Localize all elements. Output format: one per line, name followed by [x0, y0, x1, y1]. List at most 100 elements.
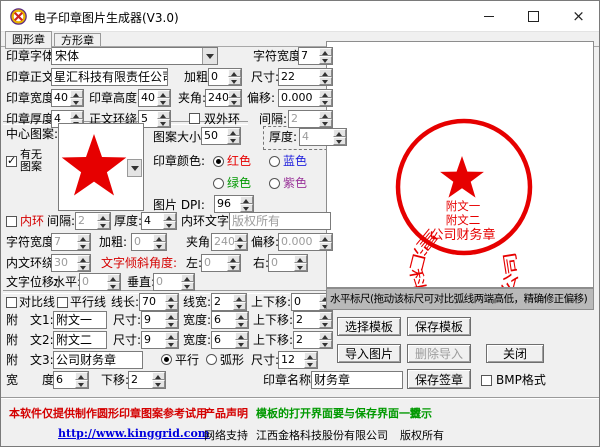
- color-blue-label[interactable]: 蓝色: [283, 154, 307, 169]
- outer-gap-spinner[interactable]: 2: [288, 110, 333, 128]
- color-purple-label[interactable]: 紫色: [283, 176, 307, 191]
- minimize-button[interactable]: [466, 1, 511, 31]
- inner-bold-spinner[interactable]: 0: [131, 233, 167, 251]
- seal-name-label: 印章名称:: [263, 373, 315, 388]
- parallel-line-label[interactable]: 平行线: [70, 295, 106, 310]
- inner-text-label: 内环文字:: [181, 214, 233, 229]
- appendix2-input[interactable]: 附文二: [53, 331, 107, 349]
- width-row-spinner[interactable]: 6: [53, 371, 89, 389]
- appendix1-shift-spinner[interactable]: 2: [293, 311, 333, 329]
- save-template-button[interactable]: 保存模板: [407, 317, 471, 336]
- spinner-arrows-icon: [240, 196, 253, 212]
- appendix1-shift-label: 上下移:: [253, 313, 293, 328]
- main-text-input[interactable]: 星汇科技有限责任公司: [51, 68, 168, 86]
- website-link[interactable]: http://www.kinggrid.com: [58, 427, 209, 440]
- a3-arc-radio[interactable]: [206, 354, 217, 365]
- import-image-button[interactable]: 导入图片: [337, 344, 401, 363]
- line-length-label: 线长:: [111, 295, 139, 310]
- appendix3-input[interactable]: 公司财务章: [53, 351, 143, 369]
- center-pattern-label: 中心图案:: [6, 127, 58, 142]
- inner-char-width-spinner[interactable]: 7: [51, 233, 91, 251]
- tab-square-seal[interactable]: 方形章: [54, 33, 101, 47]
- line-length-spinner[interactable]: 70: [139, 293, 179, 311]
- parallel-line-checkbox[interactable]: [57, 297, 68, 308]
- appendix2-shift-spinner[interactable]: 2: [293, 331, 333, 349]
- color-blue-radio[interactable]: [269, 156, 280, 167]
- a3-parallel-radio[interactable]: [161, 354, 172, 365]
- app-window: 电子印章图片生成器(V3.0) × 圆形章 方形章 印章字体: 宋体 字符宽度:…: [0, 0, 600, 447]
- seal-height-spinner[interactable]: 40: [138, 89, 171, 107]
- shift-horizontal-spinner[interactable]: 0: [79, 273, 121, 291]
- appendix1-size-spinner[interactable]: 9: [141, 311, 179, 329]
- inner-ring-label[interactable]: 内环: [20, 214, 44, 229]
- appendix1-width-spinner[interactable]: 6: [211, 311, 249, 329]
- outer-ring-thickness-label: 厚度:: [269, 130, 297, 145]
- seal-width-spinner[interactable]: 40: [51, 89, 84, 107]
- inner-gap-spinner[interactable]: 2: [75, 212, 111, 230]
- dpi-spinner[interactable]: 96: [214, 195, 254, 213]
- maximize-button[interactable]: [511, 1, 556, 31]
- pattern-dropdown-button[interactable]: [127, 159, 142, 177]
- network-support-label: 网络支持: [204, 427, 248, 443]
- color-green-label[interactable]: 绿色: [227, 176, 251, 191]
- has-pattern-label-2[interactable]: 图案: [20, 161, 42, 176]
- a3-arc-label[interactable]: 弧形: [220, 353, 244, 368]
- appendix2-size-spinner[interactable]: 9: [141, 331, 179, 349]
- appendix1-input[interactable]: 附文一: [53, 311, 107, 329]
- color-green-radio[interactable]: [213, 178, 224, 189]
- save-seal-button[interactable]: 保存签章: [407, 369, 471, 389]
- tilt-right-spinner[interactable]: 0: [268, 254, 308, 272]
- copyright-label: 版权所有: [400, 427, 444, 443]
- outer-ring-thickness-spinner[interactable]: 4: [299, 128, 347, 146]
- angle-spinner[interactable]: 240: [205, 89, 242, 107]
- inner-thickness-spinner[interactable]: 4: [141, 212, 177, 230]
- appendix3-size-spinner[interactable]: 12: [278, 351, 318, 369]
- inner-angle-spinner[interactable]: 240: [211, 233, 248, 251]
- double-ring-label[interactable]: 双外环: [204, 112, 240, 127]
- offset-spinner[interactable]: 0.000: [278, 89, 333, 107]
- bmp-checkbox[interactable]: [481, 375, 492, 386]
- pattern-size-spinner[interactable]: 50: [201, 127, 241, 145]
- seal-height-label: 印章高度:: [89, 91, 141, 106]
- bmp-label[interactable]: BMP格式: [496, 373, 546, 388]
- color-purple-radio[interactable]: [269, 178, 280, 189]
- inner-offset-spinner[interactable]: 0.000: [278, 233, 333, 251]
- appendix2-label: 附 文2:: [6, 333, 54, 348]
- down-shift-spinner[interactable]: 2: [128, 371, 166, 389]
- footer-bar: 本软件仅提供制作圆形印章图案参考试用 产品声明 模板的打开界面要与保存界面一致 …: [1, 397, 600, 447]
- inner-wrap-spinner[interactable]: 30: [51, 254, 91, 272]
- appendix2-size-label: 尺寸:: [113, 333, 141, 348]
- seal-sub-text-2: 附文二: [446, 213, 481, 227]
- line-width-spinner[interactable]: 2: [211, 293, 247, 311]
- seal-preview-canvas: 星汇科技有限责任公司 附文一 附文二 公司财务章: [326, 41, 594, 288]
- template-note: 模板的打开界面要与保存界面一致: [256, 405, 421, 421]
- color-red-radio[interactable]: [213, 156, 224, 167]
- inner-angle-label: 夹角:: [186, 235, 214, 250]
- contrast-line-label[interactable]: 对比线: [19, 295, 55, 310]
- tab-round-seal[interactable]: 圆形章: [5, 31, 52, 49]
- choose-template-button[interactable]: 选择模板: [337, 317, 401, 336]
- double-ring-checkbox[interactable]: [189, 113, 200, 124]
- dropdown-arrow-icon[interactable]: [202, 48, 217, 64]
- tilt-left-spinner[interactable]: 0: [201, 254, 241, 272]
- char-width-spinner[interactable]: 7: [298, 47, 333, 65]
- close-button[interactable]: 关闭: [486, 344, 544, 363]
- a3-parallel-label[interactable]: 平行: [175, 353, 199, 368]
- inner-text-input[interactable]: 版权所有: [229, 212, 331, 230]
- size-spinner[interactable]: 22: [278, 68, 333, 86]
- appendix2-width-spinner[interactable]: 6: [211, 331, 249, 349]
- pattern-select-box[interactable]: [58, 123, 144, 211]
- close-window-button[interactable]: ×: [556, 1, 600, 31]
- has-pattern-checkbox[interactable]: [6, 156, 17, 167]
- angle-label: 夹角:: [178, 91, 206, 106]
- horizontal-ruler[interactable]: 水平标尺(拖动该标尺可对比弧线两端高低，精确修正偏移): [326, 288, 594, 310]
- inner-gap-label: 间隔:: [47, 214, 75, 229]
- bold-spinner[interactable]: 0: [208, 68, 242, 86]
- contrast-line-checkbox[interactable]: [6, 297, 17, 308]
- outer-gap-label: 间隔:: [259, 112, 287, 127]
- seal-name-input[interactable]: 财务章: [311, 371, 403, 389]
- inner-ring-checkbox[interactable]: [6, 216, 17, 227]
- color-red-label[interactable]: 红色: [227, 154, 251, 169]
- font-select[interactable]: 宋体: [51, 47, 218, 65]
- shift-vertical-spinner[interactable]: 0: [153, 273, 195, 291]
